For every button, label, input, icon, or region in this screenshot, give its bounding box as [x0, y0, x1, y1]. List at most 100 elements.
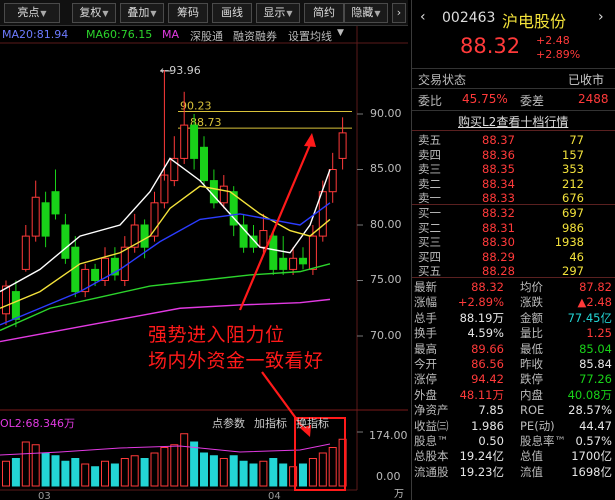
- stat-label: 最高: [414, 341, 437, 356]
- ask-row[interactable]: 卖四 88.36 157: [412, 148, 615, 162]
- level-price: 88.35: [482, 162, 515, 176]
- bid-row[interactable]: 买三 88.30 1938: [412, 235, 615, 249]
- volume-tool-switch[interactable]: 换指标: [296, 415, 329, 431]
- stats-row: 总股本 19.24亿 总值 1700亿: [412, 449, 615, 463]
- level-price: 88.28: [482, 264, 515, 278]
- next-stock-icon[interactable]: ›: [598, 9, 604, 25]
- stat-value: 88.19万: [459, 310, 504, 325]
- weicha-value: 2488: [578, 92, 609, 106]
- stat-label: 换手: [414, 326, 437, 341]
- ask-row[interactable]: 卖二 88.34 212: [412, 177, 615, 191]
- l2-purchase-link[interactable]: 购买L2查看十档行情: [458, 113, 568, 130]
- level-volume: 297: [562, 264, 584, 278]
- candle-body: [41, 202, 50, 237]
- stat-label: 今开: [414, 357, 437, 371]
- level-price: 88.29: [482, 249, 515, 264]
- stats-row: 最新 88.32 均价 87.82: [412, 280, 615, 294]
- level-label: 买一: [418, 206, 441, 220]
- volume-bar: [170, 444, 179, 487]
- candle-body: [51, 191, 60, 215]
- ask-row[interactable]: 卖三 88.35 353: [412, 162, 615, 176]
- stats-row: 今开 86.56 昨收 85.84: [412, 357, 615, 371]
- stat-value: 40.08万: [567, 387, 612, 402]
- volume-bar: [11, 458, 20, 487]
- volume-tool-params[interactable]: 点参数: [212, 415, 245, 431]
- stat-label: 总手: [414, 310, 437, 325]
- volume-bar: [71, 458, 80, 487]
- volume-bar: [81, 463, 90, 487]
- level-volume: 986: [562, 220, 584, 235]
- volume-bar: [160, 447, 169, 487]
- volume-bar: [259, 460, 268, 487]
- level-volume: 46: [569, 249, 584, 264]
- stat-value: 0.50: [478, 434, 504, 448]
- stat-label: 均价: [520, 280, 543, 294]
- level-label: 买五: [418, 264, 441, 278]
- volume-bar: [308, 458, 317, 487]
- stats-row: 换手 4.59% 量比 1.25: [412, 326, 615, 340]
- stat-label: 昨收: [520, 357, 543, 371]
- volume-bar: [130, 455, 139, 487]
- stat-value: 1.25: [586, 326, 612, 341]
- stat-label: 涨停: [414, 372, 437, 387]
- stats-row: 涨停 94.42 跌停 77.26: [412, 372, 615, 386]
- volume-header: OL2:68.346万: [0, 417, 75, 430]
- volume-bar: [2, 460, 10, 487]
- stat-label: ROE: [520, 403, 545, 418]
- annotation-line-1: 强势进入阻力位: [148, 324, 285, 346]
- price-axis-label: 75.00: [370, 273, 402, 286]
- volume-bar: [318, 452, 327, 487]
- volume-bar: [120, 458, 129, 487]
- ask-row[interactable]: 卖一 88.33 676: [412, 191, 615, 205]
- stock-name: 沪电股份: [502, 12, 567, 31]
- stat-label: PE(动): [520, 418, 555, 433]
- annotation-line-2: 场内外资金一致看好: [148, 350, 324, 372]
- stat-value: 0.57%: [575, 434, 612, 448]
- volume-bar: [101, 460, 109, 487]
- volume-bar: [110, 463, 119, 487]
- prev-stock-icon[interactable]: ‹: [420, 9, 426, 25]
- price-change: +2.48: [536, 34, 570, 47]
- ask-row[interactable]: 卖五 88.37 77: [412, 133, 615, 147]
- resistance-label-upper: 90.23: [180, 99, 212, 112]
- bid-row[interactable]: 买二 88.31 986: [412, 221, 615, 235]
- bid-row[interactable]: 买五 88.28 297: [412, 264, 615, 278]
- stat-label: 股息率™: [520, 434, 566, 448]
- annotation-arrowhead-up: [304, 133, 316, 147]
- stat-value: 7.85: [478, 403, 504, 418]
- volume-tool-add[interactable]: 加指标: [254, 415, 287, 431]
- stat-label: 跌停: [520, 372, 543, 387]
- level-volume: 697: [562, 206, 584, 220]
- candle-body: [259, 230, 268, 248]
- candle-body: [21, 235, 30, 270]
- stats-row: 股息™ 0.50 股息率™ 0.57%: [412, 434, 615, 448]
- trade-status: 已收市: [568, 73, 605, 87]
- level-label: 卖三: [418, 162, 441, 176]
- candle-body: [308, 235, 317, 270]
- candle-body: [299, 257, 307, 265]
- stat-value: 85.04: [579, 341, 612, 356]
- stat-value: 94.42: [471, 372, 504, 387]
- stat-label: 收益㈢: [414, 418, 449, 433]
- bid-row[interactable]: 买四 88.29 46: [412, 250, 615, 264]
- stat-value: 87.82: [579, 280, 612, 294]
- stat-value: 86.56: [471, 357, 504, 371]
- level-volume: 1938: [554, 235, 584, 249]
- level-price: 88.33: [482, 191, 515, 205]
- stat-value: 88.32: [471, 280, 504, 294]
- volume-bar: [269, 458, 278, 487]
- stat-label: 外盘: [414, 387, 437, 402]
- candle-body: [31, 196, 40, 237]
- level-label: 买四: [418, 249, 441, 264]
- level-volume: 676: [562, 191, 584, 205]
- volume-bar: [140, 458, 149, 487]
- level-volume: 157: [562, 147, 584, 162]
- stat-label: 最低: [520, 341, 543, 356]
- stats-row: 流通股 19.23亿 流值 1698亿: [412, 465, 615, 479]
- level-price: 88.30: [482, 235, 515, 249]
- stat-label: 总值: [520, 449, 543, 464]
- level-label: 买三: [418, 235, 441, 249]
- bid-row[interactable]: 买一 88.32 697: [412, 206, 615, 220]
- stat-value: 48.11万: [459, 387, 504, 402]
- volume-bar: [249, 463, 258, 487]
